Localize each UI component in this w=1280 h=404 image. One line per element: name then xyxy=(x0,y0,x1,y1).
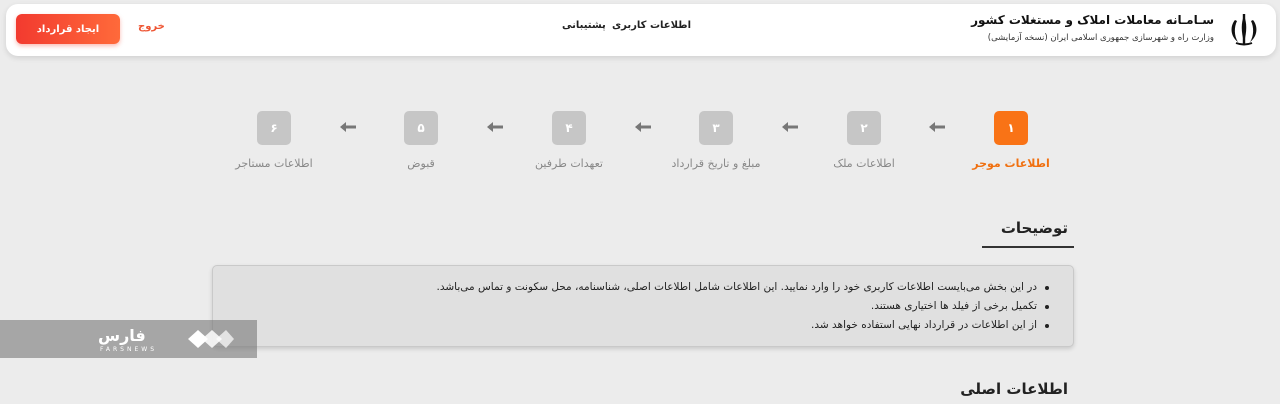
create-contract-button[interactable]: ایجاد قرارداد xyxy=(16,14,120,44)
step-number: ۴ xyxy=(552,111,586,145)
step-label: اطلاعات مستاجر xyxy=(235,157,313,170)
step-amount-date[interactable]: ۳ مبلغ و تاریخ قرارداد xyxy=(646,111,786,170)
watermark-text: فارس xyxy=(98,326,146,345)
step-number: ۲ xyxy=(847,111,881,145)
site-subtitle: وزارت راه و شهرسازی جمهوری اسلامی ایران … xyxy=(987,33,1214,43)
step-property-info[interactable]: ۲ اطلاعات ملک xyxy=(794,111,934,170)
step-label: قبوض xyxy=(407,157,435,170)
farsnews-watermark: فارس FARSNEWS xyxy=(0,320,257,358)
title-underline xyxy=(982,246,1074,248)
step-number: ۵ xyxy=(404,111,438,145)
description-box: در این بخش می‌بایست اطلاعات کاربری خود ر… xyxy=(212,265,1074,347)
site-title: سـامـانه معاملات املاک و مستغلات کشور xyxy=(971,13,1214,27)
top-header: سـامـانه معاملات املاک و مستغلات کشور وز… xyxy=(6,4,1276,56)
nav-support-link[interactable]: پشتیبانی xyxy=(562,20,606,31)
step-label: تعهدات طرفین xyxy=(535,157,603,170)
watermark-subtext: FARSNEWS xyxy=(100,346,158,353)
step-landlord-info[interactable]: ۱ اطلاعات موجر xyxy=(941,111,1081,170)
description-item: تکمیل برخی از فیلد ها اختیاری هستند. xyxy=(213,297,1049,316)
step-obligations[interactable]: ۴ تعهدات طرفین xyxy=(499,111,639,170)
step-number: ۶ xyxy=(257,111,291,145)
step-bills[interactable]: ۵ قبوض xyxy=(351,111,491,170)
step-label: اطلاعات موجر xyxy=(972,157,1050,170)
step-tenant-info[interactable]: ۶ اطلاعات مستاجر xyxy=(204,111,344,170)
main-info-title: اطلاعات اصلی xyxy=(960,380,1068,398)
farsnews-logo-icon xyxy=(188,330,234,348)
description-item: در این بخش می‌بایست اطلاعات کاربری خود ر… xyxy=(213,278,1049,297)
description-title: توضیحات xyxy=(1000,219,1068,237)
step-number: ۳ xyxy=(699,111,733,145)
iran-emblem-icon xyxy=(1231,14,1257,46)
step-number: ۱ xyxy=(994,111,1028,145)
description-list: در این بخش می‌بایست اطلاعات کاربری خود ر… xyxy=(213,266,1073,335)
step-label: مبلغ و تاریخ قرارداد xyxy=(671,157,761,170)
logout-link[interactable]: خروج xyxy=(138,21,165,32)
nav-user-info-link[interactable]: اطلاعات کاربری xyxy=(612,20,691,31)
step-label: اطلاعات ملک xyxy=(833,157,895,170)
description-item: از این اطلاعات در قرارداد نهایی استفاده … xyxy=(213,316,1049,335)
